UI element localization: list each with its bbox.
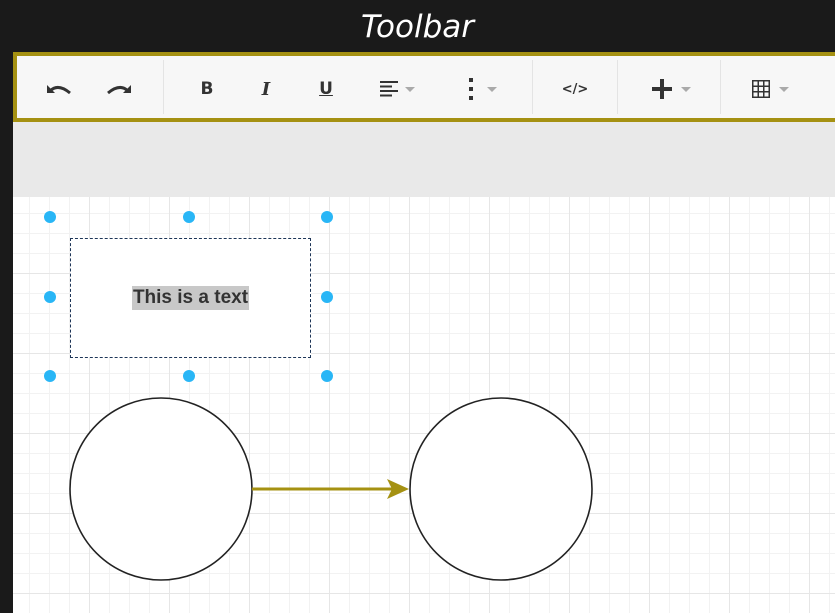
toolbar-subbar [13,122,835,197]
code-label: </> [561,81,589,97]
chevron-down-icon [404,86,415,92]
align-dropdown[interactable] [365,75,429,103]
code-group: </> [533,60,618,114]
chevron-down-icon [778,86,789,92]
more-vertical-icon [469,78,473,100]
align-left-icon [379,81,398,97]
redo-icon [107,85,131,95]
circle-shape-right[interactable] [409,397,593,581]
undo-icon [47,85,71,95]
italic-label: I [261,78,271,100]
more-dropdown[interactable] [455,75,509,103]
toolbar-caption: Toolbar [360,9,475,45]
plus-icon [651,79,672,99]
underline-label: U [319,79,333,99]
redo-button[interactable] [103,75,137,103]
table-dropdown[interactable] [741,75,799,103]
insert-dropdown[interactable] [646,75,696,103]
italic-button[interactable]: I [251,75,281,103]
diagram-canvas[interactable]: This is a text [13,197,835,613]
undo-button[interactable] [41,75,75,103]
chevron-down-icon [680,86,691,92]
insert-group [618,60,721,114]
chevron-down-icon [487,86,497,92]
code-button[interactable]: </> [555,75,595,103]
circle-shape-left[interactable] [69,397,253,581]
format-group: B I U [164,60,533,114]
bold-button[interactable]: B [192,75,222,103]
underline-button[interactable]: U [311,75,341,103]
table-icon [751,80,770,98]
shapes-layer [69,397,593,581]
history-group [17,60,164,114]
table-group [721,60,835,114]
editor-frame: B I U </> This is a text [13,52,835,613]
toolbar: B I U </> [13,52,835,122]
bold-label: B [200,79,214,99]
